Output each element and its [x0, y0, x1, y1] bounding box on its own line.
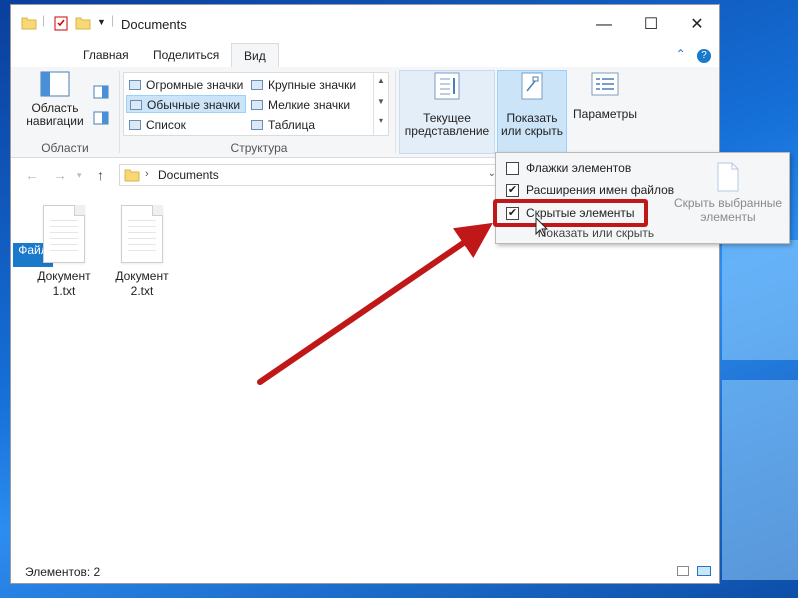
mouse-cursor-icon	[535, 216, 549, 237]
annotation-arrow	[257, 216, 549, 385]
